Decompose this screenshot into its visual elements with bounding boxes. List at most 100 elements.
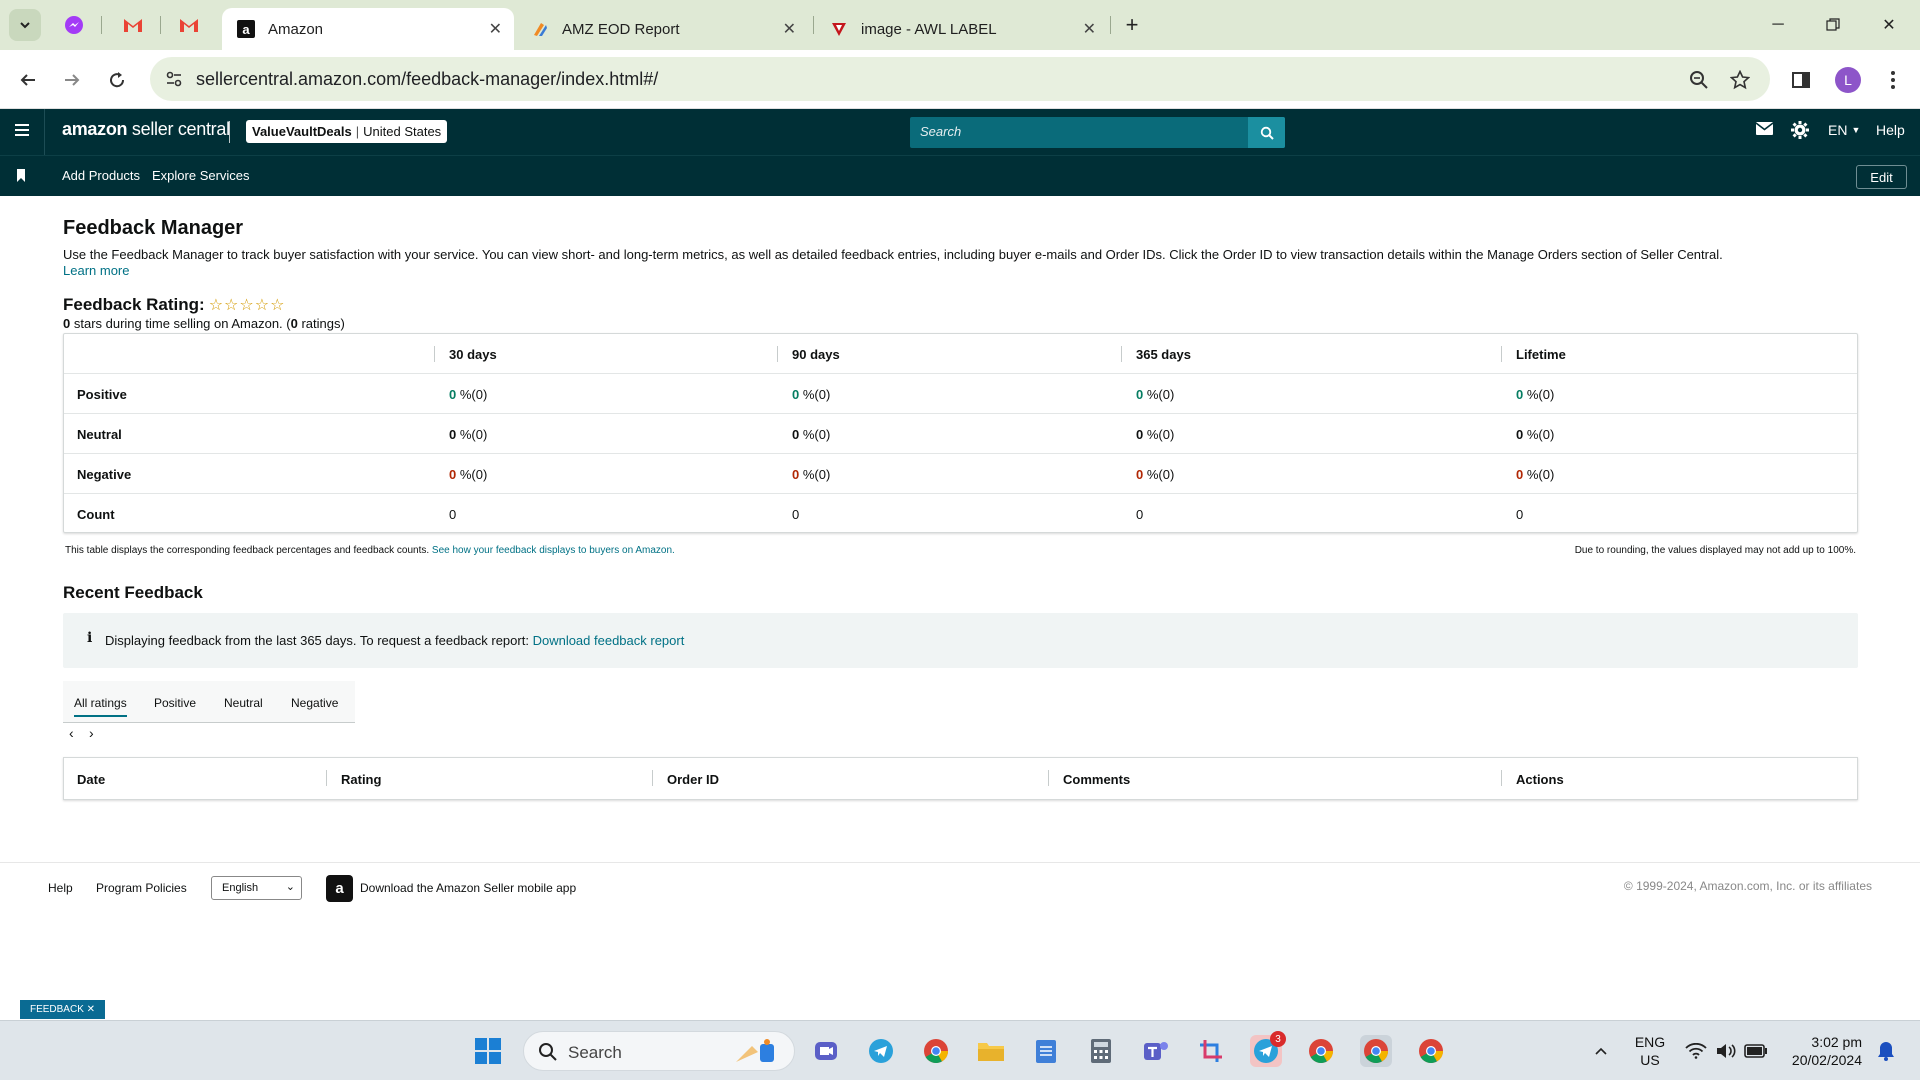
taskbar-meet-app[interactable] <box>810 1035 842 1067</box>
battery-status[interactable] <box>1740 1035 1772 1067</box>
volume-status[interactable] <box>1710 1035 1742 1067</box>
messages-button[interactable] <box>1756 122 1773 135</box>
tab-amazon[interactable]: a Amazon ✕ <box>222 8 514 50</box>
copyright: © 1999-2024, Amazon.com, Inc. or its aff… <box>1623 879 1872 893</box>
network-status[interactable] <box>1680 1035 1712 1067</box>
close-window-button[interactable]: ✕ <box>1866 10 1912 40</box>
caret-down-icon: ▼ <box>1851 125 1861 135</box>
nav-explore-services[interactable]: Explore Services <box>152 168 250 183</box>
windows-start-button[interactable] <box>472 1035 504 1067</box>
show-hidden-icons-button[interactable] <box>1585 1035 1617 1067</box>
bookmark-star-button[interactable] <box>1724 64 1756 96</box>
footer-help-link[interactable]: Help <box>48 881 73 895</box>
pinned-tab-gmail-1[interactable] <box>119 11 147 39</box>
tab-all-ratings[interactable]: All ratings <box>74 696 127 717</box>
column-header-actions[interactable]: Actions <box>1516 772 1564 787</box>
taskbar-clock[interactable]: 3:02 pm 20/02/2024 <box>1782 1033 1862 1069</box>
taskbar-search-box[interactable]: Search <box>523 1031 795 1071</box>
column-header-date[interactable]: Date <box>77 772 105 787</box>
language-selector[interactable]: EN ▼ <box>1828 122 1860 138</box>
next-page-icon[interactable]: › <box>89 725 109 741</box>
settings-button[interactable] <box>1791 121 1809 139</box>
language-code: ENG <box>1634 1034 1666 1050</box>
site-info-icon[interactable] <box>164 69 184 94</box>
tab-awl-label[interactable]: image - AWL LABEL ✕ <box>815 8 1108 50</box>
tab-negative[interactable]: Negative <box>291 696 338 710</box>
close-tab-icon[interactable]: ✕ <box>1083 19 1096 39</box>
taskbar-chrome-profile-2[interactable] <box>1305 1035 1337 1067</box>
taskbar-chrome-active[interactable] <box>1360 1035 1392 1067</box>
pinned-tab-messenger[interactable] <box>60 11 88 39</box>
table-row-positive: Positive 0 %(0) 0 %(0) 0 %(0) 0 %(0) <box>64 374 1857 414</box>
tab-neutral[interactable]: Neutral <box>224 696 263 710</box>
store-switcher[interactable]: ValueVaultDeals | United States <box>246 120 448 143</box>
percent-suffix: %(0) <box>1523 387 1555 402</box>
column-separator <box>652 770 653 786</box>
notifications-button[interactable] <box>1870 1035 1902 1067</box>
folder-icon <box>978 1043 1004 1061</box>
feedback-button[interactable]: FEEDBACK ✕ <box>20 1000 105 1019</box>
back-button[interactable] <box>12 64 44 96</box>
program-policies-link[interactable]: Program Policies <box>96 881 187 895</box>
seller-search-box[interactable]: Search <box>910 117 1285 148</box>
restore-button[interactable] <box>1810 10 1856 40</box>
taskbar-telegram-app[interactable] <box>865 1035 897 1067</box>
back-arrow-icon <box>20 74 35 86</box>
feedback-display-link[interactable]: See how your feedback displays to buyers… <box>432 545 675 556</box>
zoom-icon <box>1690 71 1708 89</box>
edit-bookmarks-button[interactable]: Edit <box>1856 165 1907 189</box>
feedback-rating-label: Feedback Rating: <box>63 295 205 314</box>
marketplace-name: United States <box>363 124 442 139</box>
close-tab-icon[interactable]: ✕ <box>489 19 502 39</box>
tab-positive[interactable]: Positive <box>154 696 196 710</box>
column-header-comments[interactable]: Comments <box>1063 772 1130 787</box>
profile-avatar[interactable]: L <box>1835 67 1861 93</box>
taskbar-chrome-profile-3[interactable] <box>1415 1035 1447 1067</box>
bookmark-icon[interactable] <box>16 169 26 187</box>
pinned-tab-gmail-2[interactable] <box>175 11 203 39</box>
tab-search-menu-button[interactable] <box>9 9 41 41</box>
download-app-link[interactable]: Download the Amazon Seller mobile app <box>360 881 576 895</box>
minimize-button[interactable]: ─ <box>1755 10 1801 40</box>
battery-icon <box>1744 1044 1767 1058</box>
count-value: 0 <box>1516 507 1524 522</box>
input-language-indicator[interactable]: ENG US <box>1630 1033 1670 1069</box>
taskbar-teams[interactable] <box>1140 1035 1172 1067</box>
zoom-button[interactable] <box>1683 64 1715 96</box>
taskbar-file-explorer[interactable] <box>975 1035 1007 1067</box>
clock-time: 3:02 pm <box>1811 1034 1862 1050</box>
amazon-app-icon[interactable]: a <box>326 875 353 902</box>
download-feedback-report-link[interactable]: Download feedback report <box>533 633 685 648</box>
taskbar-telegram-active[interactable]: 3 <box>1250 1031 1286 1067</box>
taskbar-notepad[interactable] <box>1030 1035 1062 1067</box>
forward-button[interactable] <box>56 64 88 96</box>
address-bar[interactable]: sellercentral.amazon.com/feedback-manage… <box>150 57 1770 101</box>
learn-more-link[interactable]: Learn more <box>63 263 129 278</box>
footer-language-select[interactable]: English ⌄ <box>211 876 302 900</box>
count-value: 0 <box>1136 507 1144 522</box>
taskbar-chrome-profile-1[interactable] <box>920 1035 952 1067</box>
side-panel-button[interactable] <box>1785 64 1817 96</box>
menu-icon[interactable] <box>10 121 34 143</box>
messenger-icon <box>65 16 83 34</box>
bookmark-bar: Add Products Explore Services Edit <box>0 155 1920 196</box>
previous-page-icon[interactable]: ‹ <box>69 725 89 741</box>
chevron-down-icon: ⌄ <box>285 881 295 893</box>
seller-central-logo[interactable]: amazon seller central <box>62 119 230 140</box>
column-header-order-id[interactable]: Order ID <box>667 772 719 787</box>
taskbar-calculator[interactable] <box>1085 1035 1117 1067</box>
tab-amz-eod-report[interactable]: AMZ EOD Report ✕ <box>516 8 808 50</box>
search-input[interactable]: Search <box>920 124 961 139</box>
percent-suffix: %(0) <box>456 467 488 482</box>
close-tab-icon[interactable]: ✕ <box>783 19 796 39</box>
taskbar-snipping-tool[interactable] <box>1195 1035 1227 1067</box>
column-header-rating[interactable]: Rating <box>341 772 381 787</box>
nav-add-products[interactable]: Add Products <box>62 168 140 183</box>
browser-menu-button[interactable] <box>1877 64 1909 96</box>
percent-suffix: %(0) <box>1523 467 1555 482</box>
reload-button[interactable] <box>101 64 133 96</box>
new-tab-button[interactable]: + <box>1118 11 1146 39</box>
help-link[interactable]: Help <box>1876 122 1905 138</box>
search-button[interactable] <box>1248 117 1285 148</box>
chevron-up-icon <box>1595 1047 1607 1055</box>
